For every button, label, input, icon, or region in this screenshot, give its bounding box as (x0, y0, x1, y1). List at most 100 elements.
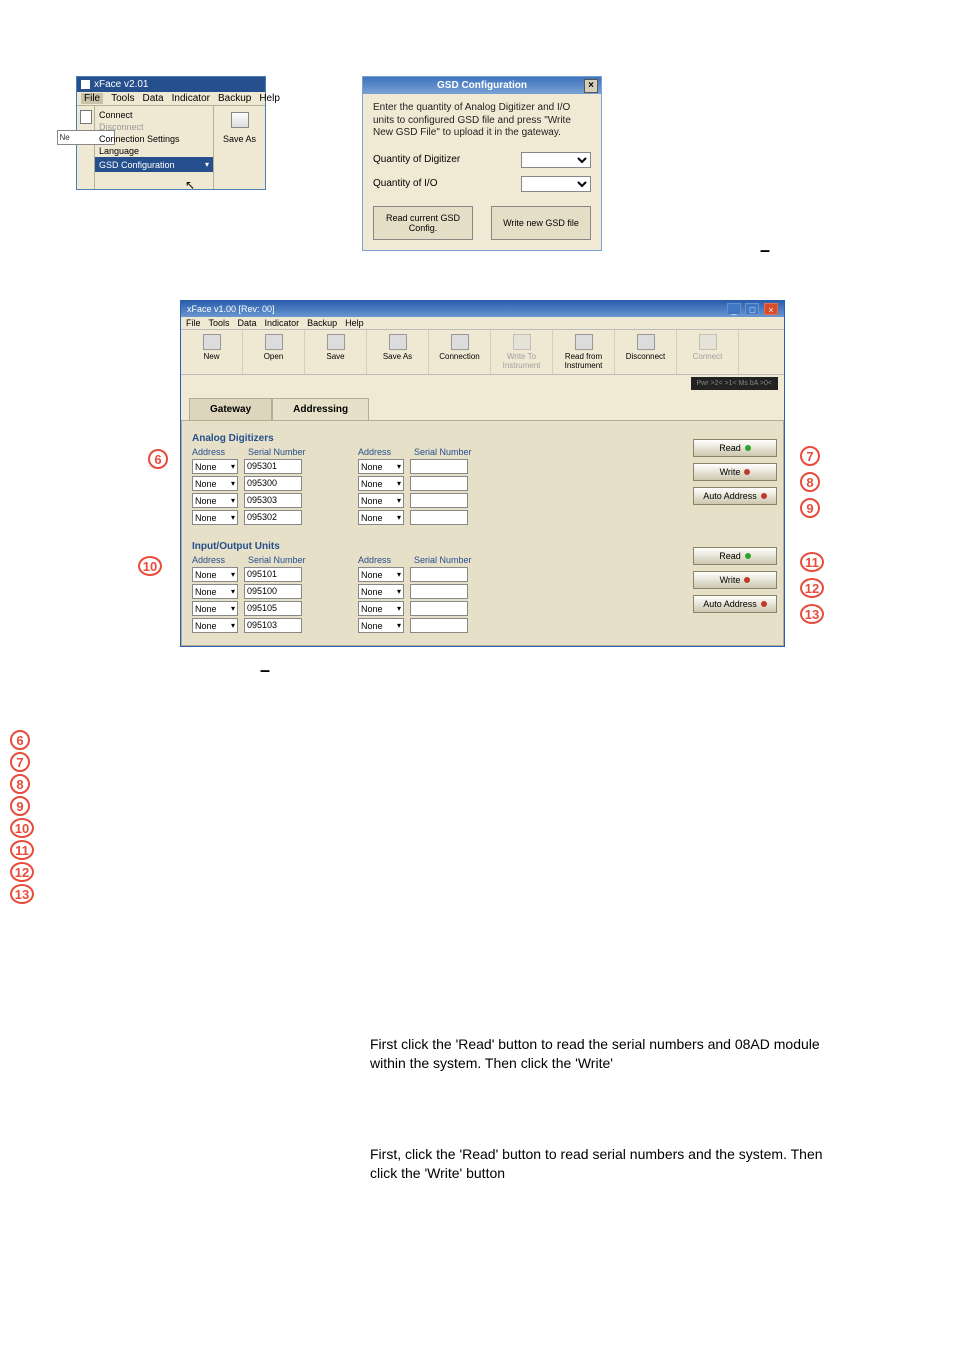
connection-icon (451, 334, 469, 350)
tab-addressing[interactable]: Addressing (272, 398, 369, 420)
addr-select[interactable]: None (358, 510, 404, 525)
menu-tools[interactable]: Tools (209, 318, 230, 328)
menu-file[interactable]: File (186, 318, 201, 328)
write-button[interactable]: Write (693, 463, 777, 481)
sn-field[interactable]: 095100 (244, 584, 302, 599)
hdr-sn: Serial Number (248, 555, 318, 565)
callout-6: 6 (148, 449, 168, 469)
left-gutter: Ne (77, 106, 95, 189)
read-button[interactable]: Read (693, 439, 777, 457)
menu-data[interactable]: Data (142, 93, 163, 104)
tb-saveas[interactable]: Save As (367, 330, 429, 374)
sn-field[interactable] (410, 601, 468, 616)
window-controls: _ □ × (725, 303, 778, 315)
select-qty-io[interactable] (521, 176, 591, 192)
hdr-addr: Address (192, 555, 238, 565)
addr-select[interactable]: None (358, 459, 404, 474)
sn-field[interactable]: 095103 (244, 618, 302, 633)
legend-8: 8 (10, 774, 30, 794)
dialog-titlebar: GSD Configuration × (363, 77, 601, 94)
analog-row-r: None (358, 510, 484, 525)
menu-language[interactable]: Language (95, 145, 213, 157)
tb-disconnect[interactable]: Disconnect (615, 330, 677, 374)
menu-gsd[interactable]: GSD Configuration (95, 157, 213, 172)
maximize-button[interactable]: □ (745, 303, 759, 315)
addr-select[interactable]: None (358, 493, 404, 508)
auto-address-button[interactable]: Auto Address (693, 487, 777, 505)
sn-field[interactable]: 095105 (244, 601, 302, 616)
addr-select[interactable]: None (192, 459, 238, 474)
menu-file[interactable]: File (81, 93, 103, 104)
sn-field[interactable]: 095101 (244, 567, 302, 582)
addr-select[interactable]: None (192, 618, 238, 633)
tab-gateway[interactable]: Gateway (189, 398, 272, 420)
write-gsd-button[interactable]: Write new GSD file (491, 206, 591, 240)
io-row-r: None (358, 567, 484, 582)
sn-field[interactable]: 095303 (244, 493, 302, 508)
minimize-button[interactable]: _ (727, 303, 741, 315)
close-button[interactable]: × (764, 303, 778, 315)
window-titlebar: xFace v1.00 [Rev: 00] _ □ × (181, 301, 784, 317)
sn-field[interactable] (410, 510, 468, 525)
save-icon (327, 334, 345, 350)
right-gutter: Save As (213, 106, 265, 189)
menu-tools[interactable]: Tools (111, 93, 134, 104)
tb-connection[interactable]: Connection (429, 330, 491, 374)
sn-field[interactable] (410, 584, 468, 599)
tb-readfrom[interactable]: Read from Instrument (553, 330, 615, 374)
sn-field[interactable] (410, 493, 468, 508)
io-row-r: None (358, 601, 484, 616)
menu-conn-settings[interactable]: Connection Settings (95, 133, 213, 145)
menu-backup[interactable]: Backup (218, 93, 251, 104)
addr-select[interactable]: None (358, 476, 404, 491)
saveas-icon (231, 112, 249, 128)
cursor-icon: ↖ (185, 178, 195, 192)
tb-new[interactable]: New (181, 330, 243, 374)
sn-field[interactable]: 095302 (244, 510, 302, 525)
menu-backup[interactable]: Backup (307, 318, 337, 328)
sn-field[interactable]: 095301 (244, 459, 302, 474)
auto-address-button[interactable]: Auto Address (693, 595, 777, 613)
callout-10: 10 (138, 556, 162, 576)
callout-13: 13 (800, 604, 824, 624)
close-button[interactable]: × (584, 79, 598, 93)
menu-indicator[interactable]: Indicator (265, 318, 300, 328)
legend-13: 13 (10, 884, 34, 904)
sn-field[interactable] (410, 567, 468, 582)
group-analog: Analog Digitizers AddressSerial Number N… (192, 433, 773, 527)
addr-select[interactable]: None (358, 601, 404, 616)
connect-icon (699, 334, 717, 350)
tb-open[interactable]: Open (243, 330, 305, 374)
analog-row: None 095300 (192, 476, 318, 491)
menu-indicator[interactable]: Indicator (172, 93, 210, 104)
sn-field[interactable]: 095300 (244, 476, 302, 491)
new-icon (203, 334, 221, 350)
addr-select[interactable]: None (192, 584, 238, 599)
addr-select[interactable]: None (358, 584, 404, 599)
io-row-r: None (358, 584, 484, 599)
addr-select[interactable]: None (192, 601, 238, 616)
menu-help[interactable]: Help (259, 93, 280, 104)
addr-select[interactable]: None (358, 618, 404, 633)
sn-field[interactable] (410, 459, 468, 474)
addr-select[interactable]: None (192, 493, 238, 508)
addr-select[interactable]: None (358, 567, 404, 582)
sn-field[interactable] (410, 476, 468, 491)
upload-icon (513, 334, 531, 350)
tb-save[interactable]: Save (305, 330, 367, 374)
hdr-addr: Address (358, 447, 404, 457)
group-io: Input/Output Units AddressSerial Number … (192, 541, 773, 635)
addr-select[interactable]: None (192, 567, 238, 582)
menu-connect[interactable]: Connect (95, 109, 213, 121)
menu-help[interactable]: Help (345, 318, 364, 328)
select-qty-digitizer[interactable] (521, 152, 591, 168)
addr-select[interactable]: None (192, 476, 238, 491)
menu-data[interactable]: Data (238, 318, 257, 328)
instruction-1: First click the 'Read' button to read th… (370, 1035, 845, 1073)
write-button[interactable]: Write (693, 571, 777, 589)
read-button[interactable]: Read (693, 547, 777, 565)
sn-field[interactable] (410, 618, 468, 633)
menu-panel: xFace v2.01 File Tools Data Indicator Ba… (76, 76, 266, 190)
addr-select[interactable]: None (192, 510, 238, 525)
read-gsd-button[interactable]: Read current GSD Config. (373, 206, 473, 240)
